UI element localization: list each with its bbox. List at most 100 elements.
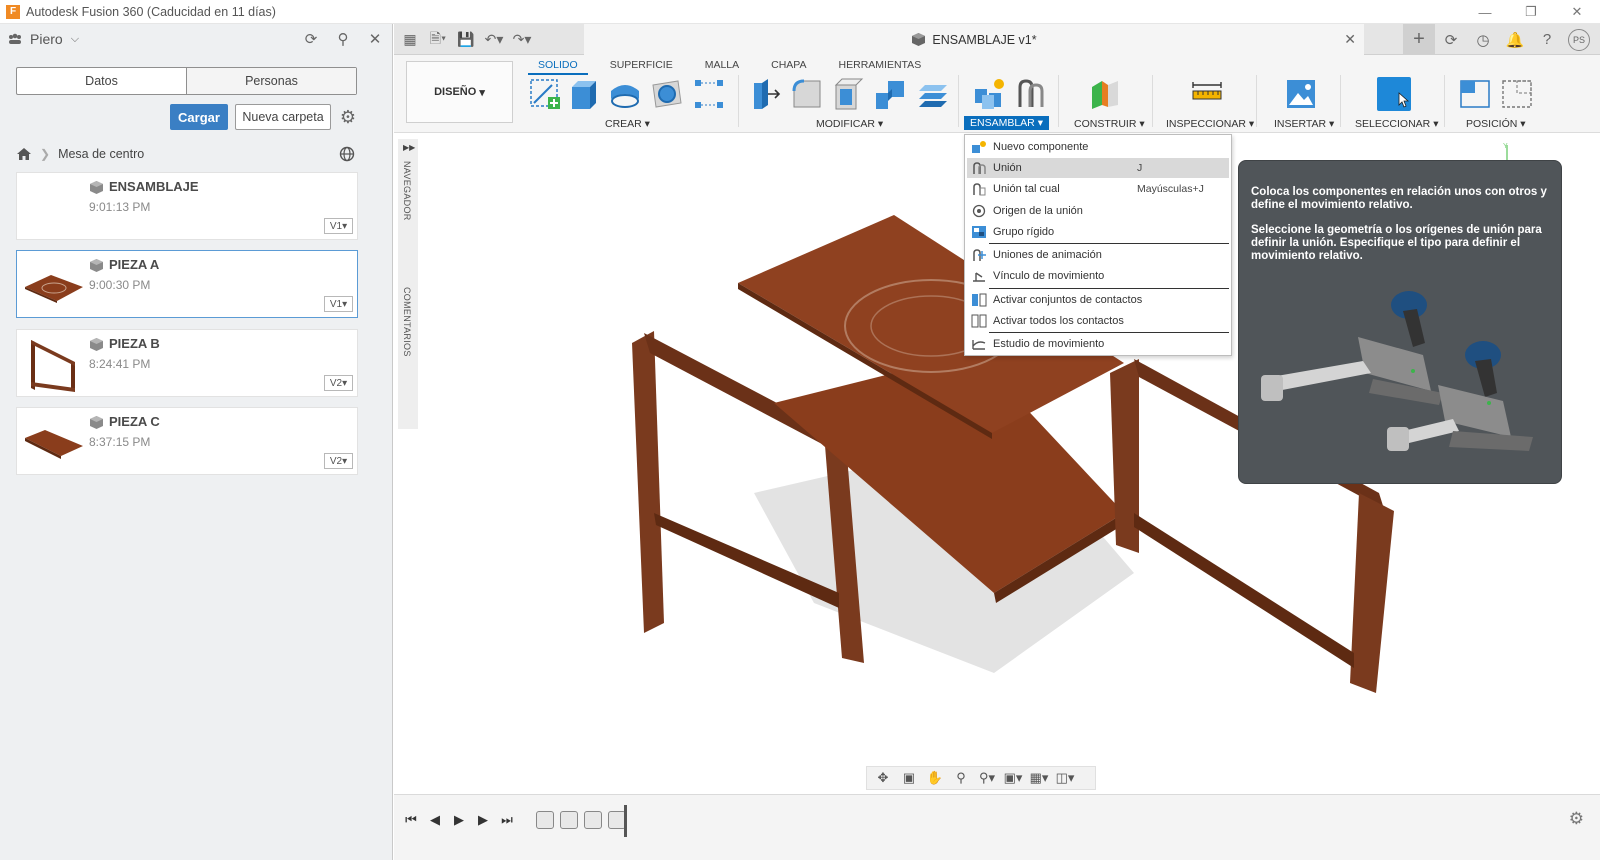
close-window-button[interactable]: ✕ [1554, 0, 1600, 24]
data-people-toggle: Datos Personas [16, 67, 357, 95]
menu-item-motion-link[interactable]: Vínculo de movimiento [967, 266, 1229, 286]
orbit-icon[interactable]: ✥ [873, 769, 893, 787]
breadcrumb-folder[interactable]: Mesa de centro [58, 147, 144, 161]
avatar[interactable]: PS [1568, 28, 1590, 51]
group-seleccionar[interactable]: SELECCIONAR ▾ [1355, 118, 1438, 130]
close-icon[interactable]: ✕ [366, 30, 384, 48]
display-settings-icon[interactable]: ▣▾ [1003, 769, 1023, 787]
group-construir[interactable]: CONSTRUIR ▾ [1074, 118, 1145, 130]
tab-chapa[interactable]: CHAPA [761, 57, 816, 75]
grid-settings-icon[interactable]: ▦▾ [1029, 769, 1049, 787]
menu-item-motion-study[interactable]: Estudio de movimiento [967, 334, 1229, 354]
revert-position-icon[interactable] [1500, 77, 1534, 111]
pan-hand-icon[interactable]: ✋ [925, 769, 945, 787]
user-name[interactable]: Piero [30, 31, 63, 47]
look-at-icon[interactable]: ▣ [899, 769, 919, 787]
group-modificar[interactable]: MODIFICAR ▾ [816, 118, 883, 130]
step-forward-icon[interactable]: ▶ [474, 811, 492, 829]
tab-solido[interactable]: SOLIDO [528, 57, 588, 75]
combine-icon[interactable] [874, 77, 908, 111]
play-icon[interactable]: ▶ [450, 811, 468, 829]
new-component-icon[interactable] [972, 77, 1006, 111]
go-to-end-icon[interactable]: ⏭ [498, 811, 516, 829]
workspace-switcher[interactable]: DISEÑO ▾ [406, 61, 513, 123]
joint-icon[interactable] [1014, 77, 1048, 111]
tab-personas[interactable]: Personas [186, 68, 356, 94]
close-tab-icon[interactable]: ✕ [1344, 31, 1356, 48]
select-icon[interactable] [1377, 77, 1411, 111]
redo-icon[interactable]: ↷▾ [510, 28, 534, 52]
scale-icon[interactable] [916, 77, 950, 111]
breadcrumb-separator-icon: ❯ [40, 147, 51, 161]
tab-malla[interactable]: MALLA [695, 57, 749, 75]
globe-icon[interactable] [339, 146, 355, 162]
file-card-pieza-b[interactable]: PIEZA B 8:24:41 PM V2 ▾ [16, 329, 358, 397]
refresh-icon[interactable]: ⟳ [302, 30, 320, 48]
extensions-icon[interactable]: ⟳ [1435, 24, 1467, 55]
document-tab[interactable]: ENSAMBLAJE v1* ✕ [584, 24, 1364, 55]
home-icon[interactable] [16, 147, 32, 161]
create-sketch-icon[interactable] [528, 77, 562, 111]
notifications-bell-icon[interactable]: 🔔 [1499, 24, 1531, 55]
file-card-pieza-a[interactable]: PIEZA A 9:00:30 PM V1 ▾ [16, 250, 358, 318]
group-inspeccionar[interactable]: INSPECCIONAR ▾ [1166, 118, 1254, 130]
job-status-icon[interactable]: ◷ [1467, 24, 1499, 55]
measure-icon[interactable] [1190, 77, 1224, 111]
fit-zoom-icon[interactable]: ⚲▾ [977, 769, 997, 787]
menu-item-rigid-group[interactable]: Grupo rígido [967, 222, 1229, 242]
file-card-ensamblaje[interactable]: ENSAMBLAJE 9:01:13 PM V1 ▾ [16, 172, 358, 240]
step-back-icon[interactable]: ◀ [426, 811, 444, 829]
insert-image-icon[interactable] [1284, 77, 1318, 111]
fillet-icon[interactable] [790, 77, 824, 111]
zoom-icon[interactable]: ⚲ [951, 769, 971, 787]
version-dropdown[interactable]: V1 ▾ [324, 296, 353, 312]
tab-superficie[interactable]: SUPERFICIE [600, 57, 683, 75]
file-card-pieza-c[interactable]: PIEZA C 8:37:15 PM V2 ▾ [16, 407, 358, 475]
tab-herramientas[interactable]: HERRAMIENTAS [829, 57, 932, 75]
pattern-icon[interactable] [692, 77, 726, 111]
group-posicion[interactable]: POSICIÓN ▾ [1466, 118, 1526, 130]
timeline-feature[interactable] [536, 811, 554, 829]
menu-item-as-built-joint[interactable]: Unión tal cual Mayúsculas+J [967, 179, 1229, 199]
undo-icon[interactable]: ↶▾ [482, 28, 506, 52]
offset-plane-icon[interactable] [1088, 77, 1122, 111]
revolve-icon[interactable] [608, 77, 642, 111]
file-menu-icon[interactable]: 🗎▾ [426, 28, 450, 52]
new-tab-button[interactable]: + [1403, 24, 1435, 55]
chevron-down-icon[interactable]: ⌵ [71, 33, 79, 46]
menu-item-enable-contact-sets[interactable]: Activar conjuntos de contactos [967, 290, 1229, 310]
hole-icon[interactable] [650, 77, 684, 111]
timeline-settings-gear-icon[interactable]: ⚙ [1569, 809, 1584, 829]
minimize-button[interactable]: — [1462, 0, 1508, 24]
extrude-icon[interactable] [568, 77, 602, 111]
new-folder-button[interactable]: Nueva carpeta [235, 104, 331, 130]
press-pull-icon[interactable] [748, 77, 782, 111]
menu-item-drive-joints[interactable]: Uniones de animación [967, 245, 1229, 265]
group-insertar[interactable]: INSERTAR ▾ [1274, 118, 1334, 130]
gear-icon[interactable]: ⚙ [338, 107, 358, 127]
group-crear[interactable]: CREAR ▾ [605, 118, 650, 130]
shell-icon[interactable] [832, 77, 866, 111]
restore-button[interactable]: ❐ [1508, 0, 1554, 24]
timeline-marker[interactable] [624, 805, 627, 837]
group-ensamblar[interactable]: ENSAMBLAR ▾ [964, 116, 1049, 130]
viewports-icon[interactable]: ◫▾ [1055, 769, 1075, 787]
version-dropdown[interactable]: V2 ▾ [324, 375, 353, 391]
timeline-feature[interactable] [584, 811, 602, 829]
version-dropdown[interactable]: V2 ▾ [324, 453, 353, 469]
apps-grid-icon[interactable]: ▦ [398, 28, 422, 52]
menu-item-joint-origin[interactable]: Origen de la unión [967, 201, 1229, 221]
menu-item-joint[interactable]: Unión J [967, 158, 1229, 178]
save-icon[interactable]: 💾 [454, 28, 478, 52]
tab-datos[interactable]: Datos [17, 68, 186, 94]
svg-text:Y: Y [1503, 143, 1508, 150]
help-icon[interactable]: ? [1531, 24, 1563, 55]
menu-item-enable-all-contact[interactable]: Activar todos los contactos [967, 311, 1229, 331]
upload-button[interactable]: Cargar [170, 104, 228, 130]
go-to-start-icon[interactable]: ⏮ [402, 811, 420, 829]
capture-position-icon[interactable] [1458, 77, 1492, 111]
version-dropdown[interactable]: V1 ▾ [324, 218, 353, 234]
menu-item-new-component[interactable]: Nuevo componente [967, 137, 1229, 157]
timeline-feature[interactable] [560, 811, 578, 829]
search-icon[interactable]: ⚲ [334, 30, 352, 48]
